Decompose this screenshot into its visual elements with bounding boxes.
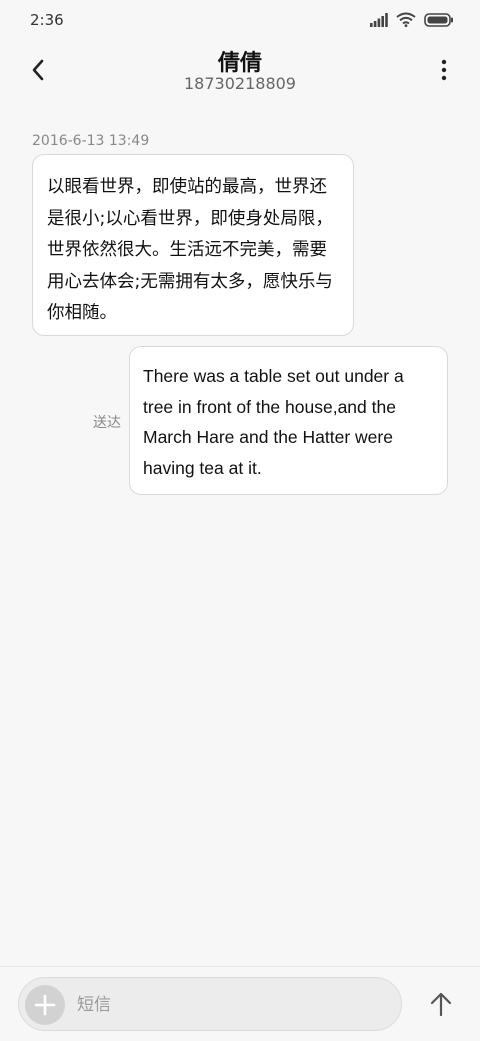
more-vertical-icon (441, 59, 447, 81)
wifi-icon (396, 12, 416, 27)
contact-number: 18730218809 (184, 74, 296, 93)
sms-input[interactable] (77, 990, 377, 1020)
status-time: 2:36 (30, 11, 64, 29)
status-icons (370, 12, 454, 27)
add-attachment-button[interactable] (25, 985, 65, 1025)
composer-input-box (18, 977, 402, 1031)
composer-bar (0, 966, 480, 1041)
battery-icon (424, 12, 453, 27)
status-bar: 2:36 (0, 0, 480, 40)
outgoing-message-bubble[interactable]: There was a table set out under a tree i… (129, 346, 448, 495)
signal-icon (370, 12, 388, 27)
arrow-up-icon (430, 992, 452, 1017)
more-options-button[interactable] (432, 56, 456, 84)
message-timestamp: 2016-6-13 13:49 (32, 133, 150, 149)
conversation-header: 倩倩 18730218809 (0, 40, 480, 104)
incoming-message-bubble[interactable]: 以眼看世界，即使站的最高，世界还是很小;以心看世界，即使身处局限，世界依然很大。… (32, 154, 354, 336)
contact-name: 倩倩 (217, 51, 262, 76)
send-button[interactable] (424, 987, 458, 1021)
delivery-status: 送达 (93, 415, 121, 431)
plus-icon (34, 994, 56, 1016)
